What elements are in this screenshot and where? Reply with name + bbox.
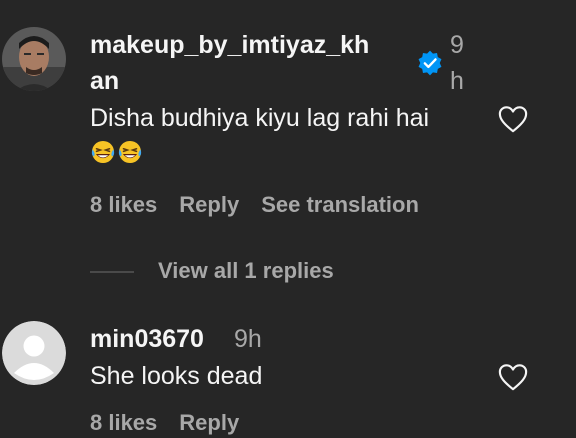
default-profile-icon [2, 321, 66, 385]
laughing-tears-emoji-icon [91, 140, 115, 164]
comment-text: Disha budhiya kiyu lag rahi hai [90, 104, 430, 132]
avatar[interactable] [2, 27, 66, 91]
likes-count-link[interactable]: 8 likes [90, 410, 157, 435]
comment-timestamp: 9h [234, 325, 262, 353]
comment-actions: 8 likes Reply See translation [90, 190, 441, 220]
avatar[interactable] [2, 321, 66, 385]
laughing-tears-emoji-icon [118, 140, 142, 164]
view-replies-button[interactable]: View all 1 replies [158, 258, 334, 283]
like-heart-icon[interactable] [497, 104, 529, 134]
user-photo-icon [2, 27, 66, 91]
see-translation-button[interactable]: See translation [261, 192, 419, 217]
verified-badge-icon [418, 50, 442, 76]
comment-username[interactable]: min03670 [90, 322, 204, 356]
comment-actions: 8 likes Reply [90, 408, 261, 438]
comment-username-continued[interactable]: an [90, 64, 119, 98]
likes-count-link[interactable]: 8 likes [90, 192, 157, 217]
comment-timestamp-continued: h [450, 67, 464, 95]
comment-username[interactable]: makeup_by_imtiyaz_kh [90, 28, 369, 62]
comment-text: She looks dead [90, 362, 263, 390]
reply-button[interactable]: Reply [179, 410, 239, 435]
view-replies-row[interactable]: View all 1 replies [90, 256, 334, 286]
comment-timestamp: 9 [450, 31, 464, 59]
reply-button[interactable]: Reply [179, 192, 239, 217]
like-heart-icon[interactable] [497, 362, 529, 392]
replies-divider [90, 271, 134, 274]
